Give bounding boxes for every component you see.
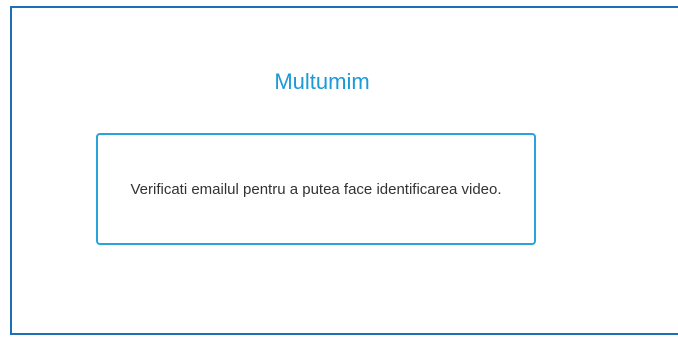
confirmation-message: Verificati emailul pentru a putea face i… — [130, 180, 502, 198]
confirmation-message-box: Verificati emailul pentru a putea face i… — [96, 133, 536, 245]
page-title: Multumim — [274, 69, 370, 94]
